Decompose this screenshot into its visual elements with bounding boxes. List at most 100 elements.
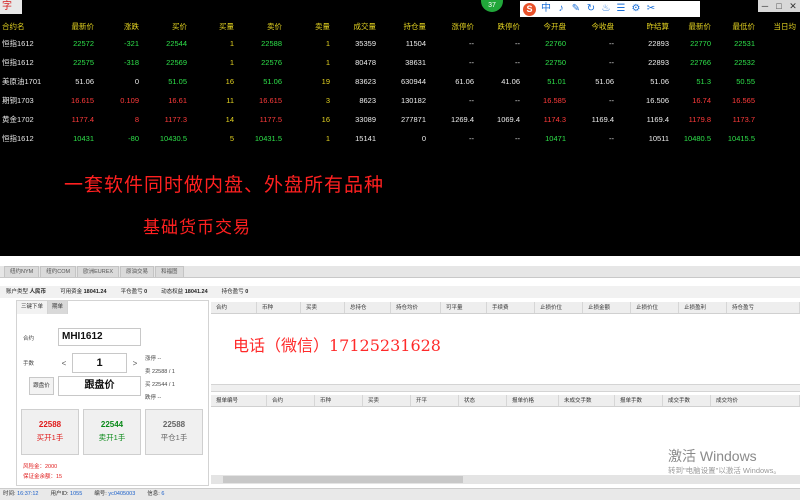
quote-column-header[interactable]: 合约名 [0, 18, 58, 34]
buy-open-button[interactable]: 22588 买开1手 [21, 409, 79, 455]
positions-column-header[interactable]: 止损价位 [535, 302, 583, 313]
exchange-tabs: 纽约NYM 纽约COM 欧洲EUREX 原油交易 和福图 [0, 266, 800, 278]
orders-column-header[interactable]: 合约 [267, 395, 315, 406]
close-position-button[interactable]: 22588 平仓1手 [145, 409, 203, 455]
scrollbar-thumb[interactable] [223, 476, 463, 483]
close-window-button[interactable]: ✕ [786, 0, 800, 12]
positions-column-header[interactable]: 买卖 [301, 302, 345, 313]
orders-column-header[interactable]: 报单编号 [211, 395, 267, 406]
skin-icon[interactable]: ♨ [601, 4, 611, 14]
quote-cell: 83623 [355, 77, 376, 86]
quote-row[interactable]: 期铜1703 16.615 0.109 16.61 11 16.615 3 8623 13018… [0, 91, 800, 110]
quote-cell: 1177.5 [259, 115, 282, 124]
tab-com[interactable]: 纽约COM [40, 266, 77, 277]
settings-gear-icon[interactable]: ⚙ [631, 4, 641, 14]
minimize-button[interactable]: ─ [758, 0, 772, 12]
price-input[interactable]: 跟盘价 [58, 376, 141, 396]
quote-column-header[interactable]: 最新价 [673, 18, 715, 34]
quote-column-header[interactable]: 最低价 [715, 18, 759, 34]
quote-cell: 51.06 [595, 77, 614, 86]
quote-cell: -- [469, 58, 474, 67]
quote-row[interactable]: 恒指1612 10431 -80 10430.5 5 10431.5 1 15141 0 -- --… [0, 129, 800, 148]
orders-column-header[interactable]: 成交均价 [711, 395, 800, 406]
positions-column-header[interactable]: 止损价位 [631, 302, 679, 313]
quote-cell: 10431.5 [254, 134, 282, 143]
quote-column-header[interactable]: 今收盘 [570, 18, 618, 34]
quote-row[interactable]: 美原油1701 51.06 0 51.05 16 51.06 19 83623 630944 61… [0, 72, 800, 91]
quote-cell: 1169.4 [646, 115, 669, 124]
quote-row[interactable]: 恒指1612 22572 -321 22544 1 22588 1 35359 11504 -- -… [0, 34, 800, 53]
orders-column-header[interactable]: 买卖 [363, 395, 411, 406]
quote-column-header[interactable]: 成交量 [334, 18, 380, 34]
positions-column-header[interactable]: 手续费 [487, 302, 535, 313]
quote-contract-name: 恒指1612 [2, 39, 34, 48]
quote-cell: 16 [321, 115, 330, 124]
notification-badge[interactable]: 37 [481, 0, 503, 12]
quote-row[interactable]: 恒指1612 22575 -318 22569 1 22576 1 80478 38631 -- -… [0, 53, 800, 72]
voice-icon[interactable]: ♪ [556, 4, 566, 14]
quote-column-header[interactable]: 卖量 [286, 18, 334, 34]
orders-column-header[interactable]: 开平 [411, 395, 459, 406]
orders-column-header[interactable]: 币种 [315, 395, 363, 406]
positions-column-header[interactable]: 持仓均价 [391, 302, 441, 313]
quote-cell: 16.615 [71, 96, 94, 105]
quote-cell: 130182 [400, 96, 426, 105]
refresh-icon[interactable]: ↻ [586, 4, 596, 14]
quote-column-header[interactable]: 涨跌 [98, 18, 143, 34]
tab-hefu[interactable]: 和福图 [155, 266, 184, 277]
quote-column-header[interactable]: 今开盘 [524, 18, 570, 34]
qty-increase-button[interactable]: > [129, 355, 141, 373]
quote-cell: 1177.3 [164, 115, 187, 124]
quote-cell: 22893 [648, 39, 669, 48]
tools-icon[interactable]: ✂ [646, 4, 656, 14]
quote-column-header[interactable]: 昨结算 [618, 18, 673, 34]
order-entry-panel: 三键下单 期单 合约 MHI1612 手数 < 1 > 跟盘价 跟盘价 涨停 -… [16, 300, 209, 486]
tab-nym[interactable]: 纽约NYM [4, 266, 40, 277]
quote-cell: 22893 [648, 58, 669, 67]
positions-column-header[interactable]: 止损金额 [583, 302, 631, 313]
tab-three-key-order[interactable]: 三键下单 [17, 301, 49, 314]
positions-column-header[interactable]: 可平量 [441, 302, 487, 313]
quote-cell: 1169.4 [591, 115, 614, 124]
positions-column-header[interactable]: 币种 [257, 302, 301, 313]
quote-column-header[interactable]: 卖价 [238, 18, 286, 34]
orders-column-header[interactable]: 报单价格 [507, 395, 559, 406]
contract-input[interactable]: MHI1612 [58, 328, 141, 346]
panel-splitter[interactable] [211, 384, 800, 392]
quote-column-header[interactable]: 最新价 [58, 18, 98, 34]
quote-column-header[interactable]: 跌停价 [478, 18, 524, 34]
orders-column-header[interactable]: 未成交手数 [559, 395, 615, 406]
quote-column-header[interactable]: 涨停价 [430, 18, 478, 34]
quote-column-header[interactable]: 当日均 [759, 18, 800, 34]
orders-column-header[interactable]: 报单手数 [615, 395, 663, 406]
tab-pending-order[interactable]: 期单 [48, 301, 69, 314]
sogou-logo-icon[interactable]: S [523, 2, 536, 16]
positions-column-header[interactable]: 止损盈利 [679, 302, 727, 313]
maximize-button[interactable]: □ [772, 0, 786, 12]
menu-icon[interactable]: ☰ [616, 4, 626, 14]
trading-app-window: 字 37 S 中 ♪ ✎ ↻ ♨ ☰ ⚙ ✂ ─ □ ✕ 合约名 最新价 涨跌 … [0, 0, 800, 500]
sell-price: 22544 [100, 420, 124, 429]
tab-eurex[interactable]: 欧洲EUREX [77, 266, 120, 277]
tab-crude[interactable]: 原油交易 [120, 266, 155, 277]
chinese-mode-icon[interactable]: 中 [541, 4, 551, 14]
horizontal-scrollbar[interactable] [211, 475, 800, 484]
sell-open-button[interactable]: 22544 卖开1手 [83, 409, 141, 455]
quote-cell: 80478 [355, 58, 376, 67]
quote-column-header[interactable]: 买量 [191, 18, 238, 34]
orders-column-header[interactable]: 成交手数 [663, 395, 711, 406]
quote-row[interactable]: 黄金1702 1177.4 8 1177.3 14 1177.5 16 33089 277871… [0, 110, 800, 129]
quote-column-header[interactable]: 买价 [143, 18, 191, 34]
positions-column-header[interactable]: 合约 [211, 302, 257, 313]
handwrite-icon[interactable]: ✎ [571, 4, 581, 14]
orders-column-header[interactable]: 状态 [459, 395, 507, 406]
quote-column-header[interactable]: 持仓量 [380, 18, 430, 34]
limit-up-info: 涨停 -- [145, 356, 162, 362]
qty-decrease-button[interactable]: < [58, 355, 70, 373]
follow-price-button[interactable]: 跟盘价 [29, 377, 54, 395]
quote-cell: 16.565 [732, 96, 755, 105]
quote-cell: 8 [134, 115, 139, 124]
positions-column-header[interactable]: 总持仓 [345, 302, 391, 313]
positions-column-header[interactable]: 持仓盈亏 [727, 302, 800, 313]
qty-input[interactable]: 1 [72, 353, 127, 373]
